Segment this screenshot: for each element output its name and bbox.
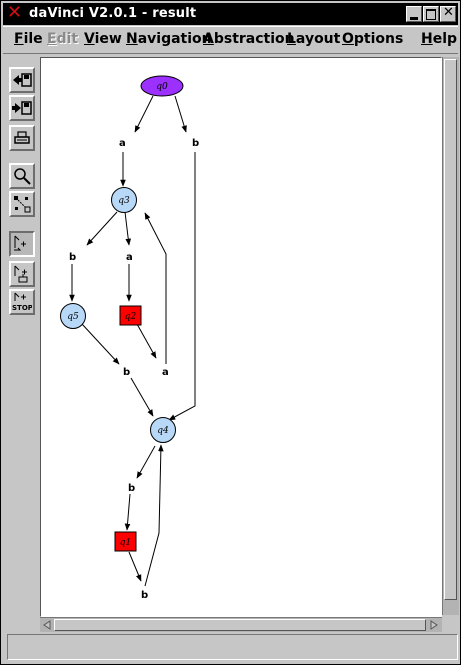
graph-svg: a b b a b a b b q0 q3 q5 q2 q4 q1 [60, 75, 199, 601]
node-q1[interactable]: q1 [114, 531, 137, 552]
load-graph-icon [13, 73, 32, 87]
tool-bar: STOP [7, 59, 37, 629]
animation-stop-button[interactable]: STOP [9, 289, 35, 315]
edge-b-q4-back [144, 444, 164, 587]
animation-step-up-button[interactable] [9, 261, 35, 287]
scroll-right-icon[interactable] [428, 619, 440, 631]
scroll-left-icon[interactable] [41, 619, 53, 631]
edge-q5-b [81, 323, 120, 365]
save-graph-icon [12, 101, 32, 115]
menu-bar: File Edit View Navigation Abstraction La… [3, 26, 458, 54]
edge-label: a [126, 252, 133, 263]
node-label: q5 [67, 312, 79, 322]
node-label: q2 [125, 312, 137, 322]
animation-step-up-icon [14, 265, 28, 283]
davinci-window: ✕ daVinci V2.0.1 - result ✕ File Edit Vi… [0, 0, 461, 665]
window-title: daVinci V2.0.1 - result [29, 6, 197, 21]
menu-view[interactable]: View [84, 31, 122, 47]
edge-b-q4 [168, 152, 196, 421]
node-q0[interactable]: q0 [140, 75, 184, 97]
animation-step-icon [14, 235, 26, 251]
print-icon [14, 131, 30, 144]
edge-label: a [119, 138, 126, 149]
animation-step-button[interactable] [9, 231, 35, 257]
node-label: q0 [156, 82, 168, 92]
menu-abstraction[interactable]: Abstraction [203, 31, 295, 47]
menu-file[interactable]: File [14, 31, 43, 47]
print-button[interactable] [9, 125, 35, 151]
edge-label: b [69, 252, 76, 263]
title-bar[interactable]: ✕ daVinci V2.0.1 - result ✕ [3, 3, 458, 25]
edge-q0-a [134, 95, 154, 133]
maximize-button[interactable] [423, 6, 439, 22]
edge-b-q4-2 [130, 377, 154, 417]
edge-q0-b [174, 95, 187, 133]
minimize-button[interactable] [406, 6, 422, 22]
node-q2[interactable]: q2 [119, 305, 142, 326]
save-graph-button[interactable] [9, 95, 35, 121]
graph-edges [69, 95, 196, 587]
layout-button[interactable] [9, 191, 35, 217]
graph-canvas[interactable]: a b b a b a b b q0 q3 q5 q2 q4 q1 [40, 57, 442, 617]
menu-edit[interactable]: Edit [47, 31, 78, 47]
menu-help[interactable]: Help [421, 31, 457, 47]
edge-label: b [192, 138, 199, 149]
menu-options[interactable]: Options [342, 31, 403, 47]
app-x-icon: ✕ [7, 2, 23, 23]
node-label: q3 [118, 196, 130, 206]
stop-label: STOP [12, 304, 32, 312]
horizontal-scroll-thumb[interactable] [54, 619, 426, 631]
vertical-scroll-thumb[interactable] [444, 59, 457, 600]
edge-label: a [162, 367, 169, 378]
vertical-scrollbar[interactable] [442, 57, 459, 615]
node-q4[interactable]: q4 [150, 417, 176, 443]
menu-navigation[interactable]: Navigation [126, 31, 212, 47]
edge-q4-b [136, 445, 156, 479]
horizontal-scrollbar[interactable] [40, 617, 442, 632]
edge-b-q1 [124, 493, 131, 531]
edge-q2-a [136, 323, 157, 359]
close-icon: ✕ [443, 5, 454, 20]
node-label: q4 [157, 426, 169, 436]
zoom-icon [14, 168, 31, 185]
edge-q3-a [124, 211, 132, 246]
edge-label: b [128, 483, 135, 494]
edge-q1-b [128, 551, 142, 582]
zoom-button[interactable] [9, 163, 35, 189]
load-graph-button[interactable] [9, 67, 35, 93]
edge-label: b [141, 590, 148, 601]
layout-icon [14, 196, 31, 213]
edge-q3-b [86, 211, 118, 246]
animation-stop-icon: STOP [12, 292, 32, 312]
edge-label: b [123, 367, 130, 378]
node-q3[interactable]: q3 [111, 187, 137, 213]
node-label: q1 [120, 538, 132, 548]
edge-a-q3-back [144, 212, 167, 364]
status-bar [7, 634, 458, 660]
menu-layout[interactable]: Layout [287, 31, 340, 47]
node-q5[interactable]: q5 [60, 303, 86, 329]
close-button[interactable]: ✕ [440, 5, 456, 22]
